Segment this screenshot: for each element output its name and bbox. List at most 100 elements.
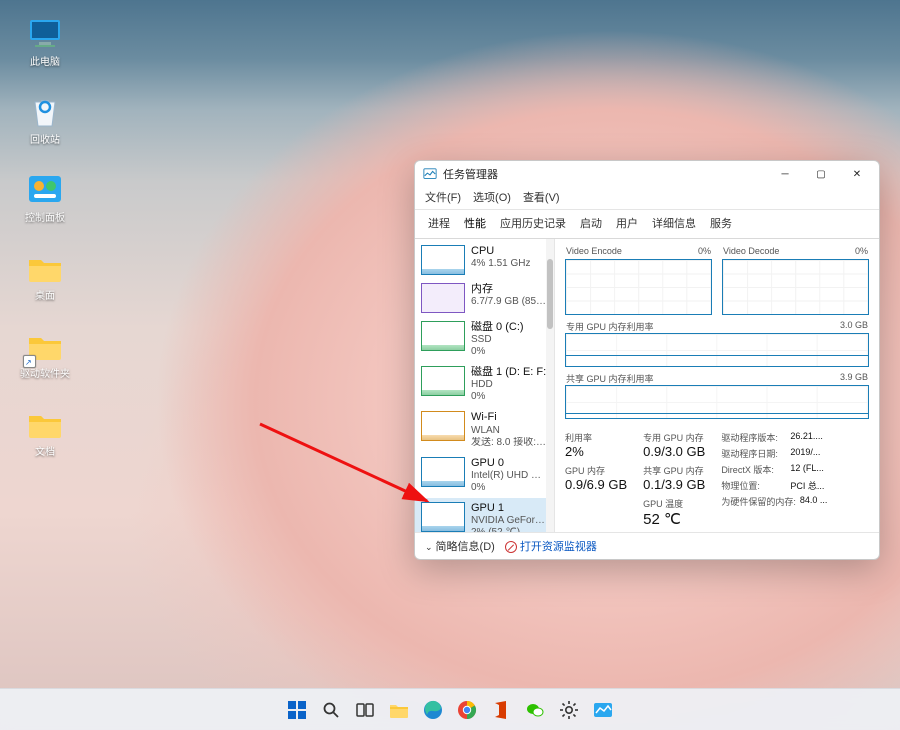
search-button[interactable] (317, 696, 345, 724)
sidebar-sub: 6.7/7.9 GB (85%) (471, 296, 548, 308)
kv-value: PCI 总... (790, 479, 824, 492)
stat-label: 专用 GPU 内存 (643, 431, 705, 444)
sidebar-scrollbar[interactable] (546, 239, 554, 532)
folder-icon (25, 326, 65, 366)
tab-performance[interactable]: 性能 (457, 210, 493, 238)
desktop-icon-folder-docs[interactable]: 文档 (10, 404, 80, 458)
gpu-sparkline (421, 457, 465, 487)
stat-value: 0.9/6.9 GB (565, 477, 627, 492)
stat-value: 0.1/3.9 GB (643, 477, 705, 492)
kv-label: 为硬件保留的内存: (721, 495, 796, 508)
taskbar-office[interactable] (487, 696, 515, 724)
taskmgr-icon (423, 167, 437, 181)
sidebar-item-wifi[interactable]: Wi-FiWLAN发送: 8.0 接收: 0 K (415, 407, 554, 452)
start-button[interactable] (283, 696, 311, 724)
desktop-icon-folder-drivers[interactable]: 驱动软件夹 (10, 326, 80, 380)
tab-processes[interactable]: 进程 (421, 210, 457, 238)
desktop-icon-label: 文档 (35, 447, 55, 458)
menu-options[interactable]: 选项(O) (473, 189, 511, 205)
stat-label: GPU 内存 (565, 464, 627, 477)
gpu-sparkline (421, 502, 465, 532)
sidebar-title: CPU (471, 245, 530, 258)
taskbar-file-explorer[interactable] (385, 696, 413, 724)
stat-label: GPU 温度 (643, 497, 705, 510)
fewer-details-link[interactable]: ⌄简略信息(D) (425, 538, 495, 554)
menu-file[interactable]: 文件(F) (425, 189, 461, 205)
kv-value: 26.21.... (790, 431, 823, 444)
sidebar-sub: 2% (52 ℃) (471, 527, 548, 532)
recycle-bin-icon (25, 92, 65, 132)
scrollbar-thumb[interactable] (547, 259, 553, 329)
desktop-icon-this-pc[interactable]: 此电脑 (10, 14, 80, 68)
desktop-icon-folder-desktop[interactable]: 桌面 (10, 248, 80, 302)
sidebar-item-disk1[interactable]: 磁盘 1 (D: E: F:HDD0% (415, 362, 554, 407)
folder-icon (25, 404, 65, 444)
perf-detail: Video Encode0% Video Decode0% 专用 GPU 内存利… (555, 239, 879, 532)
tab-startup[interactable]: 启动 (573, 210, 609, 238)
sidebar-title: GPU 0 (471, 457, 548, 470)
control-panel-icon (25, 170, 65, 210)
stat-value: 52 ℃ (643, 510, 705, 528)
chart-label: Video Decode (723, 246, 779, 256)
stat-value: 2% (565, 444, 627, 459)
taskbar-app[interactable] (589, 696, 617, 724)
kv-value: 84.0 ... (800, 495, 828, 508)
tab-app-history[interactable]: 应用历史记录 (493, 210, 573, 238)
taskbar-settings[interactable] (555, 696, 583, 724)
desktop-icon-label: 此电脑 (30, 57, 60, 68)
menu-view[interactable]: 查看(V) (523, 189, 560, 205)
cpu-sparkline (421, 245, 465, 275)
open-resource-monitor-link[interactable]: 打开资源监视器 (505, 538, 597, 554)
desktop-icon-label: 驱动软件夹 (20, 369, 70, 380)
kv-label: 物理位置: (721, 479, 786, 492)
titlebar[interactable]: 任务管理器 ─ ▢ ✕ (415, 161, 879, 187)
sidebar-item-memory[interactable]: 内存6.7/7.9 GB (85%) (415, 279, 554, 317)
desktop-icon-recycle-bin[interactable]: 回收站 (10, 92, 80, 146)
memory-sparkline (421, 283, 465, 313)
task-view-button[interactable] (351, 696, 379, 724)
kv-label: 驱动程序日期: (721, 447, 786, 460)
this-pc-icon (25, 14, 65, 54)
folder-icon (25, 248, 65, 288)
close-button[interactable]: ✕ (839, 162, 875, 186)
chart-label: 共享 GPU 内存利用率 (566, 372, 654, 385)
desktop-icon-control-panel[interactable]: 控制面板 (10, 170, 80, 224)
maximize-button[interactable]: ▢ (803, 162, 839, 186)
prohibited-icon (505, 541, 517, 553)
tab-users[interactable]: 用户 (609, 210, 645, 238)
desktop-icon-label: 桌面 (35, 291, 55, 302)
sidebar-sub: Intel(R) UHD Gra... (471, 470, 548, 482)
taskmgr-footer: ⌄简略信息(D) 打开资源监视器 (415, 532, 879, 559)
sidebar-title: GPU 1 (471, 502, 548, 515)
sidebar-sub: 4% 1.51 GHz (471, 258, 530, 270)
sidebar-title: 内存 (471, 283, 548, 296)
minimize-button[interactable]: ─ (767, 162, 803, 186)
kv-label: 驱动程序版本: (721, 431, 786, 444)
sidebar-sub: 0% (471, 391, 546, 403)
sidebar-title: 磁盘 0 (C:) (471, 321, 524, 334)
kv-value: 2019/... (790, 447, 820, 460)
taskbar-chrome[interactable] (453, 696, 481, 724)
disk-sparkline (421, 321, 465, 351)
chart-pct: 0% (698, 246, 711, 256)
chart-max: 3.9 GB (840, 372, 868, 385)
sidebar-item-cpu[interactable]: CPU4% 1.51 GHz (415, 241, 554, 279)
tab-details[interactable]: 详细信息 (645, 210, 703, 238)
taskbar-wechat[interactable] (521, 696, 549, 724)
sidebar-item-gpu1[interactable]: GPU 1NVIDIA GeForce...2% (52 ℃) (415, 498, 554, 532)
chart-video-encode: Video Encode0% (565, 259, 712, 315)
stat-label: 共享 GPU 内存 (643, 464, 705, 477)
tab-services[interactable]: 服务 (703, 210, 739, 238)
taskbar-edge[interactable] (419, 696, 447, 724)
sidebar-sub: NVIDIA GeForce... (471, 515, 548, 527)
desktop-icons: 此电脑 回收站 控制面板 桌面 驱动软件夹 文档 (10, 14, 80, 458)
sidebar-sub: 0% (471, 346, 524, 358)
chevron-down-icon: ⌄ (425, 542, 433, 552)
sidebar-item-gpu0[interactable]: GPU 0Intel(R) UHD Gra...0% (415, 453, 554, 498)
stat-label: 利用率 (565, 431, 627, 444)
chart-video-decode: Video Decode0% (722, 259, 869, 315)
chart-shared-gpu-mem: 共享 GPU 内存利用率3.9 GB (565, 385, 869, 419)
stat-value: 0.9/3.0 GB (643, 444, 705, 459)
sidebar-item-disk0[interactable]: 磁盘 0 (C:)SSD0% (415, 317, 554, 362)
chart-label: Video Encode (566, 246, 622, 256)
